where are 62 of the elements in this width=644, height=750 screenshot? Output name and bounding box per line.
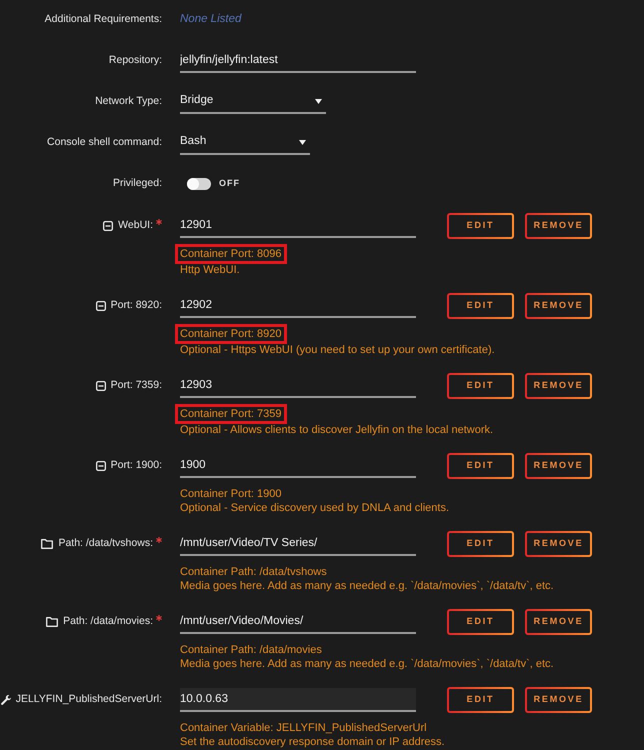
toggle-state-label: OFF	[219, 177, 240, 190]
remove-button[interactable]: REMOVE	[525, 453, 592, 479]
remove-button[interactable]: REMOVE	[525, 213, 592, 239]
folder-icon	[41, 539, 54, 549]
text-field[interactable]: /mnt/user/Video/Movies/	[180, 610, 416, 634]
config-label: JELLYFIN_PublishedServerUrl:	[16, 692, 162, 708]
remove-button[interactable]: REMOVE	[525, 609, 592, 635]
dropdown[interactable]: Bridge	[180, 90, 326, 114]
minus-square-icon	[96, 301, 106, 311]
text-field[interactable]: jellyfin/jellyfin:latest	[180, 49, 416, 73]
edit-button[interactable]: EDIT	[447, 687, 514, 713]
config-label: Path: /data/movies:	[63, 614, 153, 630]
description-text: Optional - Service discovery used by DNLA and clients.	[180, 501, 450, 515]
minus-square-icon	[96, 461, 106, 471]
minus-square-icon	[103, 221, 114, 231]
description-text: Optional - Https WebUI (you need to set up your own certificate).	[180, 343, 495, 357]
field-label: Additional Requirements:	[44, 12, 162, 28]
description-text: Media goes here. Add as many as needed e.g. `/data/movies`, `/data/tv`, etc.	[180, 657, 554, 671]
text-field[interactable]: 12902	[180, 294, 416, 318]
edit-button[interactable]: EDIT	[447, 213, 514, 239]
description-text: Set the autodiscovery response domain or IP address.	[180, 735, 445, 749]
config-label: WebUI:	[118, 218, 153, 234]
remove-button[interactable]: REMOVE	[525, 373, 592, 399]
dropdown[interactable]: Bash	[180, 131, 310, 155]
text-field[interactable]: 12901	[180, 214, 416, 238]
config-label: Port: 7359:	[110, 378, 162, 394]
field-label: Network Type:	[95, 94, 162, 110]
edit-button[interactable]: EDIT	[447, 293, 514, 319]
wrench-icon	[0, 695, 11, 705]
remove-button[interactable]: REMOVE	[525, 293, 592, 319]
remove-button[interactable]: REMOVE	[525, 687, 592, 713]
config-label: Port: 8920:	[110, 298, 162, 314]
container-setting-text: Container Port: 7359	[175, 404, 287, 424]
caret-icon	[299, 140, 306, 144]
container-setting-text: Container Path: /data/tvshows	[180, 565, 327, 579]
container-setting-text: Container Variable: JELLYFIN_PublishedServerUrl	[180, 721, 427, 735]
edit-button[interactable]: EDIT	[447, 373, 514, 399]
field-label: Console shell command:	[47, 135, 162, 150]
edit-button[interactable]: EDIT	[447, 609, 514, 635]
toggle-switch[interactable]	[187, 178, 211, 190]
config-label: Path: /data/tvshows:	[58, 536, 153, 552]
config-label: Port: 1900:	[110, 458, 162, 474]
edit-button[interactable]: EDIT	[447, 453, 514, 479]
description-text: Media goes here. Add as many as needed e.g. `/data/movies`, `/data/tv`, etc.	[180, 579, 554, 593]
text-field[interactable]: /mnt/user/Video/TV Series/	[180, 532, 416, 556]
text-field[interactable]: 10.0.0.63	[180, 688, 416, 712]
container-setting-text: Container Port: 8920	[175, 324, 287, 344]
description-text: Http WebUI.	[180, 263, 240, 277]
caret-icon	[315, 98, 322, 104]
text-field[interactable]: 1900	[180, 454, 416, 478]
container-setting-text: Container Path: /data/movies	[180, 643, 322, 657]
container-setting-text: Container Port: 8096	[175, 244, 287, 264]
field-label: Repository:	[108, 53, 162, 68]
folder-icon	[46, 617, 58, 627]
container-setting-text: Container Port: 1900	[180, 487, 282, 501]
description-text: Optional - Allows clients to discover Jellyfin on the local network.	[180, 423, 494, 437]
field-label: Privileged:	[112, 176, 162, 192]
minus-square-icon	[96, 381, 106, 391]
text-field[interactable]: 12903	[180, 374, 416, 398]
remove-button[interactable]: REMOVE	[525, 531, 592, 557]
requirements-value: None Listed	[180, 12, 242, 28]
edit-button[interactable]: EDIT	[447, 531, 514, 557]
